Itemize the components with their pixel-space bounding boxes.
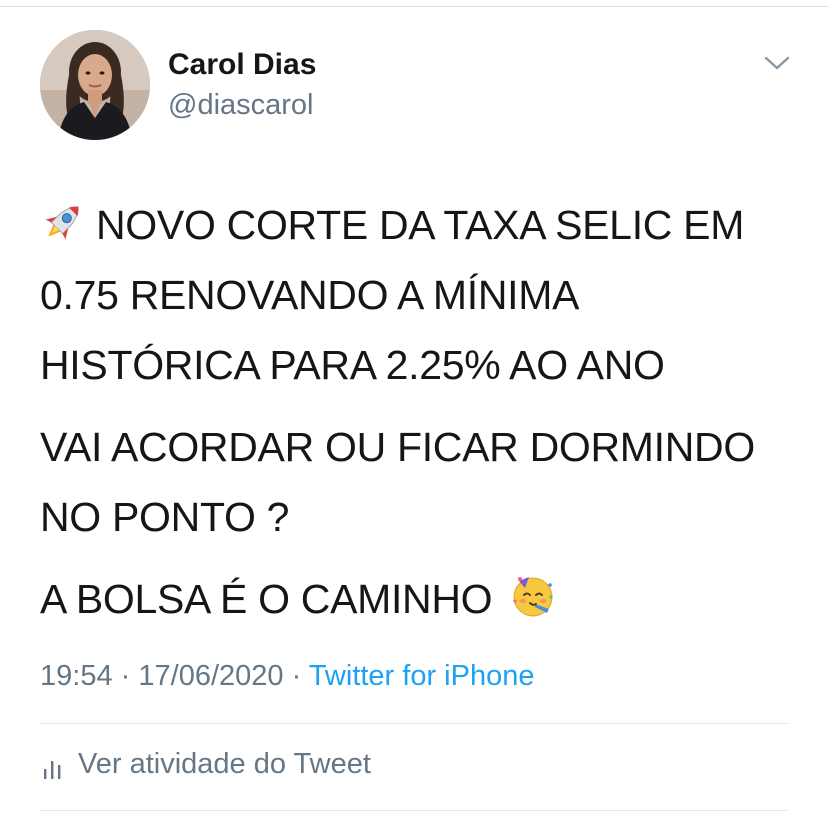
divider	[40, 723, 788, 724]
tweet-meta: 19:54 · 17/06/2020 · Twitter for iPhone	[40, 660, 534, 693]
tweet-time[interactable]: 19:54	[40, 660, 113, 692]
tweet-line: 0.75 RENOVANDO A MÍNIMA	[40, 272, 580, 318]
divider	[40, 810, 788, 811]
tweet-date[interactable]: 17/06/2020	[138, 660, 283, 692]
author-name[interactable]: Carol Dias	[168, 48, 316, 82]
tweet-paragraph-3: A BOLSA É O CAMINHO	[40, 564, 800, 634]
tweet-card: Carol Dias @diascarol NOVO CORTE DA TAXA…	[0, 0, 828, 828]
tweet-line: HISTÓRICA PARA 2.25% AO ANO	[40, 342, 665, 388]
tweet-activity-label: Ver atividade do Tweet	[78, 748, 371, 780]
avatar-photo	[40, 30, 150, 140]
tweet-text: NOVO CORTE DA TAXA SELIC EM 0.75 RENOVAN…	[40, 190, 800, 634]
tweet-paragraph-1: NOVO CORTE DA TAXA SELIC EM 0.75 RENOVAN…	[40, 190, 800, 400]
chevron-down-icon[interactable]	[762, 52, 792, 74]
rocket-icon	[45, 206, 79, 240]
bar-chart-icon	[44, 760, 61, 779]
tweet-line: VAI ACORDAR OU FICAR DORMINDO	[40, 424, 755, 470]
tweet-line: NO PONTO ?	[40, 494, 290, 540]
meta-separator: ·	[291, 660, 302, 692]
tweet-paragraph-2: VAI ACORDAR OU FICAR DORMINDO NO PONTO ?	[40, 412, 800, 552]
author-handle[interactable]: @diascarol	[168, 89, 314, 122]
tweet-line: A BOLSA É O CAMINHO	[40, 576, 493, 622]
meta-separator: ·	[120, 660, 131, 692]
tweet-activity-link[interactable]: Ver atividade do Tweet	[42, 748, 371, 781]
tweet-source-link[interactable]: Twitter for iPhone	[309, 660, 535, 692]
avatar[interactable]	[40, 30, 150, 140]
partying-face-icon	[513, 577, 553, 617]
tweet-line: NOVO CORTE DA TAXA SELIC EM	[96, 202, 745, 248]
